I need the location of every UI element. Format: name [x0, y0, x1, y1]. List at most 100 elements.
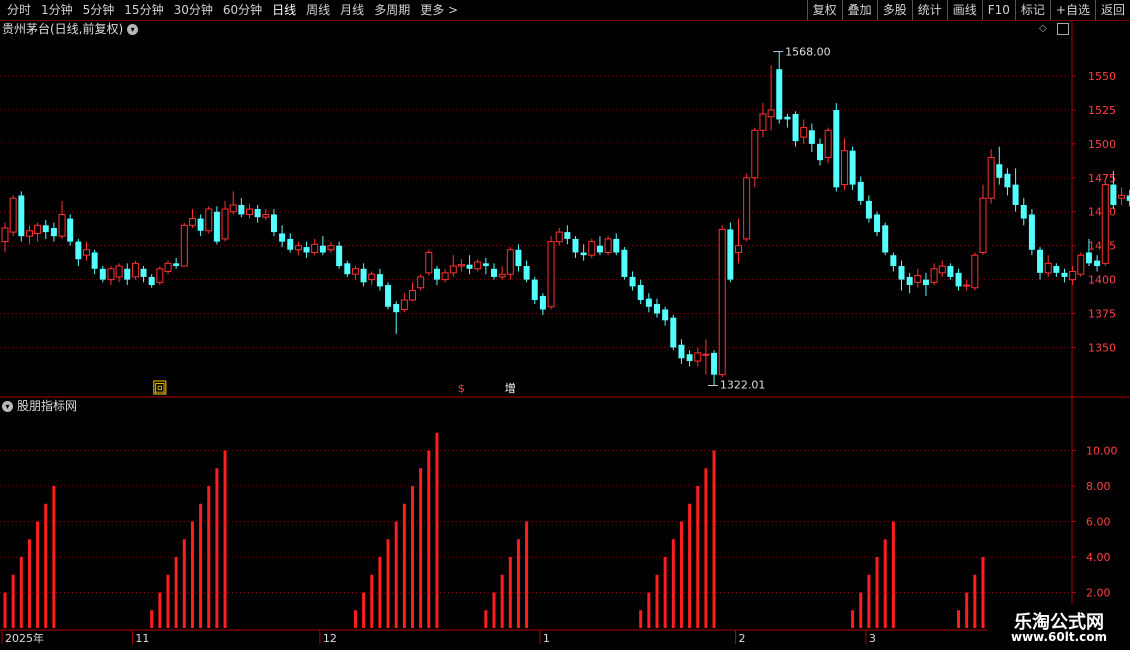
candle-body-down [1053, 266, 1060, 273]
indicator-bar [965, 592, 969, 628]
candle-body-up [930, 268, 938, 283]
candle-body-up [963, 284, 971, 287]
time-label: 1 [543, 632, 550, 645]
indicator-bar [525, 521, 529, 628]
candle-body-down [833, 109, 840, 188]
indicator-bar [174, 557, 178, 628]
candle-body-down [670, 317, 677, 348]
candle-body-up [588, 241, 596, 256]
candle-body-down [849, 150, 856, 185]
candle-body-up [83, 249, 90, 256]
time-label: 12 [323, 632, 337, 645]
candle-body-up [58, 213, 66, 237]
indicator-tick-label: 2.00 [1086, 587, 1111, 600]
candle-body-up [800, 127, 808, 138]
indicator-bar [150, 610, 154, 628]
indicator-bar [484, 610, 488, 628]
candle-body-up [327, 245, 335, 251]
candle-body-down [727, 229, 734, 280]
candle-body-up [767, 109, 775, 118]
candle-body-down [466, 264, 473, 269]
candle-body-down [784, 116, 791, 120]
candle-body-down [621, 249, 628, 277]
candle-body-down [572, 238, 579, 253]
indicator-bar [663, 557, 667, 628]
candle-body-up [735, 245, 742, 253]
candle-body-up [506, 249, 514, 275]
candle-body-down [808, 130, 815, 144]
candle-body-down [865, 200, 872, 219]
candle-body-up [417, 276, 425, 289]
candle-body-up [1069, 270, 1077, 281]
candle-body-down [360, 268, 367, 283]
candle-body-down [922, 279, 929, 286]
candle-body-down [1110, 184, 1117, 205]
candle-body-up [221, 208, 229, 240]
candle-body-up [694, 352, 702, 362]
candle-body-up [205, 208, 213, 232]
watermark-url: www.60lt.com [1010, 630, 1108, 644]
indicator-bar [435, 432, 439, 628]
indicator-bar [688, 503, 692, 628]
candle-body-up [718, 228, 726, 376]
indicator-bar [492, 592, 496, 628]
indicator-bar [207, 486, 211, 628]
time-label: 3 [869, 632, 876, 645]
candle-body-up [449, 265, 457, 274]
candle-body-down [376, 274, 383, 287]
indicator-bar [215, 468, 219, 628]
candle-body-down [254, 209, 261, 218]
candle-body-down [173, 263, 180, 267]
indicator-bar [671, 539, 675, 628]
candle-body-down [148, 276, 155, 286]
candle-body-down [531, 279, 538, 300]
candle-body-down [906, 276, 913, 286]
indicator-bar [891, 521, 895, 628]
candle-body-up [751, 129, 759, 179]
candle-body-down [1028, 214, 1035, 250]
indicator-bar [386, 539, 390, 628]
candle-body-down [955, 272, 962, 287]
candle-body-up [180, 224, 188, 267]
candle-body-down [319, 245, 326, 253]
indicator-bar [419, 468, 423, 628]
candle-body-down [336, 245, 343, 267]
candle-body-down [711, 352, 718, 375]
indicator-bar [36, 521, 40, 628]
candle-body-down [270, 214, 277, 233]
candle-body-down [1037, 249, 1044, 273]
candle-body-down [213, 211, 220, 242]
time-label: 2 [739, 632, 746, 645]
candle-body-down [1094, 260, 1101, 267]
candle-body-up [311, 243, 319, 253]
candle-body-down [890, 255, 897, 267]
candle-body-down [898, 266, 905, 280]
candle-body-down [678, 344, 685, 359]
time-label: 11 [135, 632, 149, 645]
time-label: 2025年 [5, 631, 44, 645]
candle-body-down [1012, 184, 1019, 205]
candle-body-up [457, 264, 465, 267]
candle-body-up [604, 238, 612, 253]
candle-body-up [702, 353, 710, 356]
candle-body-up [246, 208, 253, 215]
candle-body-down [393, 304, 400, 313]
indicator-bar [378, 557, 382, 628]
candle-body-up [368, 273, 376, 281]
candle-body-up [743, 177, 751, 240]
candle-body-down [882, 225, 889, 253]
candle-body-up [229, 204, 237, 213]
candle-body-down [303, 247, 310, 253]
candle-body-down [75, 241, 82, 260]
candle-body-down [947, 266, 954, 277]
indicator-bar [696, 486, 700, 628]
price-tick-label: 1350 [1088, 341, 1116, 354]
candle-body-down [1061, 272, 1068, 277]
candle-body-down [857, 181, 864, 201]
candle-body-down [596, 245, 603, 253]
price-tick-label: 1525 [1088, 104, 1116, 117]
candle-body-up [555, 231, 563, 243]
candle-body-down [1020, 204, 1027, 219]
stock-chart[interactable]: 1350137514001425145014751500152515502.00… [0, 0, 1130, 650]
indicator-bar [867, 574, 871, 628]
